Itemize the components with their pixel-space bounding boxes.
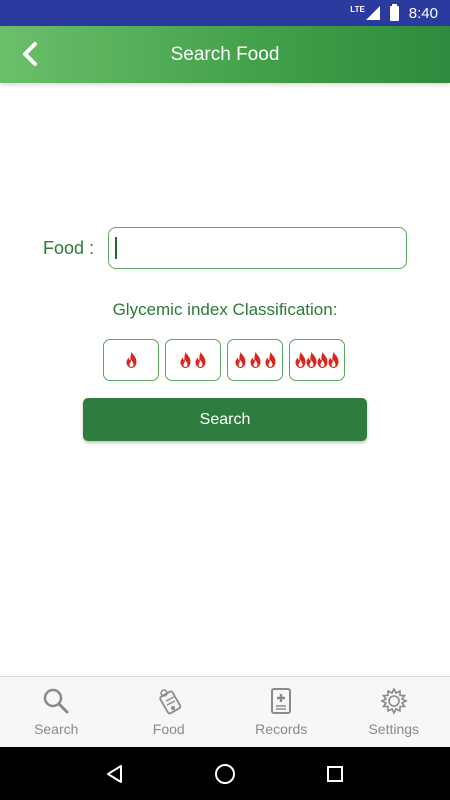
nav-label-records: Records [255,721,308,737]
nav-item-search[interactable]: Search [0,677,113,747]
nav-item-food[interactable]: Food [113,677,226,747]
gi-option-medium[interactable] [165,339,221,381]
flame-icon [328,352,339,368]
bottom-nav: Search Food Records Settings [0,676,450,747]
system-home-button[interactable] [210,759,240,789]
records-book-icon [267,687,295,715]
system-back-button[interactable] [100,759,130,789]
nav-label-settings: Settings [368,721,420,737]
flame-icon [180,352,191,368]
flame-icon [295,352,306,368]
nav-label-food: Food [152,721,185,737]
system-nav-bar [0,747,450,800]
signal-icon [365,6,380,20]
system-recents-button[interactable] [320,759,350,789]
nav-item-settings[interactable]: Settings [338,677,450,747]
flame-icon [195,352,206,368]
flame-group [295,352,339,368]
flame-icon [265,352,275,368]
nav-label-search: Search [34,721,79,737]
food-label: Food : [43,238,95,258]
circle-home-icon [215,763,235,784]
app-bar: Search Food [0,26,450,83]
text-cursor [115,237,117,259]
gi-options [103,339,351,381]
magnifier-icon [42,687,70,715]
battery-icon [389,3,399,21]
search-button[interactable]: Search [83,398,367,441]
nav-item-records[interactable]: Records [225,677,338,747]
network-type-label: LTE [350,4,365,14]
page-title: Search Food [170,43,280,65]
signal-indicator: LTE [350,4,380,20]
flame-icon [126,352,136,368]
status-bar: LTE 8:40 [0,0,450,26]
flame-icon [306,352,317,368]
flame-group [126,352,136,368]
flame-icon [235,352,245,368]
gear-icon [379,687,408,715]
flame-icon [250,352,260,368]
gi-option-high[interactable] [227,339,283,381]
back-button[interactable] [12,36,48,72]
flame-group [235,352,275,368]
status-time: 8:40 [408,4,438,22]
flame-icon [317,352,328,368]
food-tag-icon [155,687,183,715]
gi-classification-heading: Glycemic index Classification: [112,300,338,319]
flame-group [180,352,206,368]
gi-option-low[interactable] [103,339,159,381]
triangle-back-icon [107,764,122,783]
chevron-left-icon [23,42,37,66]
food-input[interactable] [108,227,407,269]
gi-option-very-high[interactable] [289,339,345,381]
square-recents-icon [327,765,343,782]
